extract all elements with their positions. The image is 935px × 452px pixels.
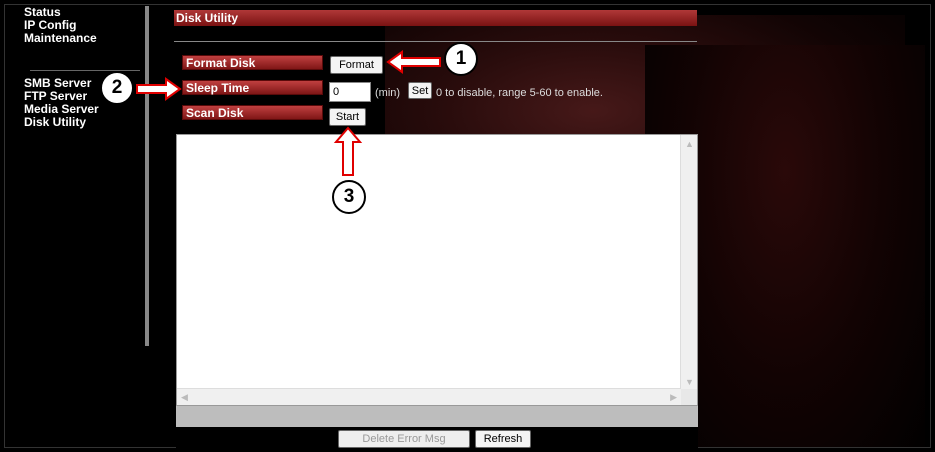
format-button[interactable]: Format [330,56,383,74]
title-divider [174,41,697,42]
refresh-button[interactable]: Refresh [475,430,531,448]
sidebar-separator [30,70,140,71]
callout-3-badge: 3 [332,180,366,214]
sidebar-item-disk-utility[interactable]: Disk Utility [24,116,144,129]
sidebar-item-maintenance[interactable]: Maintenance [24,32,144,45]
page-title-bar: Disk Utility [174,10,697,26]
vertical-scrollbar[interactable]: ▲ ▼ [680,135,697,390]
scroll-down-icon[interactable]: ▼ [685,377,694,387]
scrollbar-corner [681,389,697,405]
scroll-right-icon[interactable]: ▶ [670,392,677,402]
delete-error-msg-button[interactable]: Delete Error Msg [338,430,470,448]
horizontal-scrollbar[interactable]: ◀ ▶ [177,388,681,405]
format-disk-label: Format Disk [182,55,323,70]
sleep-unit-label: (min) [375,87,401,99]
start-button[interactable]: Start [329,108,366,126]
callout-1-badge: 1 [444,42,478,76]
sidebar-nav: Status IP Config Maintenance SMB Server … [24,6,144,129]
sleep-time-input[interactable] [329,82,371,102]
sleep-hint-text: 0 to disable, range 5-60 to enable. [436,87,603,99]
scan-disk-label: Scan Disk [182,105,323,120]
log-textarea[interactable]: ▲ ▼ ◀ ▶ [176,134,698,406]
scroll-left-icon[interactable]: ◀ [181,392,188,402]
sleep-time-label: Sleep Time [182,80,323,95]
sidebar-divider [145,6,149,346]
scroll-up-icon[interactable]: ▲ [685,139,694,149]
page-title: Disk Utility [176,11,239,25]
log-footer-band [176,406,698,427]
callout-2-badge: 2 [100,71,134,105]
set-button[interactable]: Set [408,82,432,99]
